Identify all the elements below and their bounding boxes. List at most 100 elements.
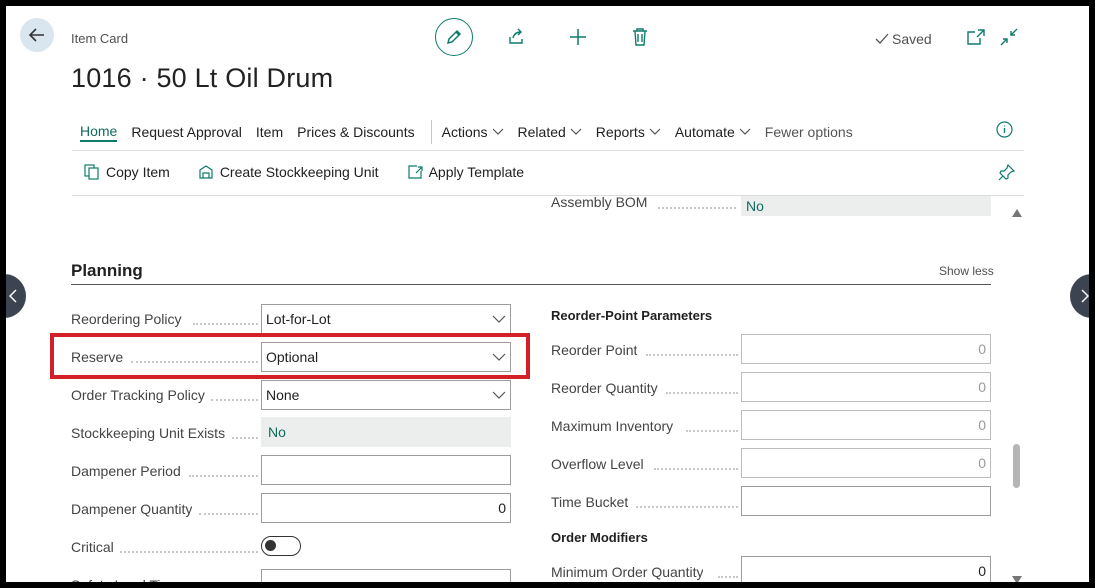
reorder-point-input[interactable]: 0 xyxy=(741,334,991,364)
edit-button[interactable] xyxy=(435,18,473,56)
dots-leader xyxy=(211,399,258,401)
apply-template-label: Apply Template xyxy=(428,164,525,180)
dampener-period-label: Dampener Period xyxy=(71,463,181,479)
nav-divider-line xyxy=(72,150,1024,151)
overflow-level-label: Overflow Level xyxy=(551,456,644,472)
reordering-policy-label: Reordering Policy xyxy=(71,311,182,327)
collapse-icon xyxy=(1000,28,1018,46)
chevron-down-icon xyxy=(492,315,506,323)
check-icon xyxy=(875,33,889,44)
safety-lead-time-label: Safety Lead Time xyxy=(71,577,180,588)
plus-icon xyxy=(570,29,586,45)
show-less-link[interactable]: Show less xyxy=(939,264,994,278)
previous-record-button[interactable] xyxy=(6,274,26,318)
dampener-quantity-label: Dampener Quantity xyxy=(71,501,193,517)
menu-related-label: Related xyxy=(517,124,566,140)
order-tracking-policy-value: None xyxy=(266,387,300,403)
chevron-left-icon xyxy=(9,289,17,303)
tab-item[interactable]: Item xyxy=(256,124,283,140)
dots-leader xyxy=(646,354,738,356)
scrollbar-thumb[interactable] xyxy=(1013,444,1020,488)
new-button[interactable] xyxy=(563,22,593,52)
apply-template-button[interactable]: Apply Template xyxy=(407,164,524,180)
reorder-quantity-label: Reorder Quantity xyxy=(551,380,658,396)
delete-button[interactable] xyxy=(625,22,655,52)
dots-leader xyxy=(232,437,258,439)
scroll-up-button[interactable] xyxy=(1012,204,1022,222)
pin-button[interactable] xyxy=(998,163,1016,186)
copy-item-label: Copy Item xyxy=(106,164,170,180)
back-button[interactable] xyxy=(20,18,54,52)
create-sku-label: Create Stockkeeping Unit xyxy=(219,164,379,180)
minimum-order-quantity-input[interactable]: 0 xyxy=(741,556,991,582)
saved-status: Saved xyxy=(875,31,932,47)
open-new-window-button[interactable] xyxy=(961,22,991,52)
tab-home[interactable]: Home xyxy=(80,123,118,142)
reorder-quantity-input[interactable]: 0 xyxy=(741,372,991,402)
template-icon xyxy=(407,165,423,179)
reorder-point-label: Reorder Point xyxy=(551,342,638,358)
overflow-level-input[interactable]: 0 xyxy=(741,448,991,478)
dots-leader xyxy=(718,576,738,578)
sku-icon xyxy=(199,165,213,179)
tab-prices-discounts[interactable]: Prices & Discounts xyxy=(297,124,414,140)
menu-actions[interactable]: Actions xyxy=(442,124,504,140)
maximum-inventory-label: Maximum Inventory xyxy=(551,418,674,434)
breadcrumb: Item Card xyxy=(71,31,129,46)
menu-reports-label: Reports xyxy=(595,124,645,140)
dots-leader xyxy=(120,551,258,553)
pencil-icon xyxy=(446,29,462,45)
collapse-button[interactable] xyxy=(994,22,1024,52)
nav-divider xyxy=(430,120,432,144)
menu-automate[interactable]: Automate xyxy=(675,124,751,140)
chevron-down-icon xyxy=(739,128,751,135)
menu-related[interactable]: Related xyxy=(518,124,582,140)
info-button[interactable] xyxy=(996,121,1013,143)
copy-icon xyxy=(84,164,99,180)
reorder-point-params-title: Reorder-Point Parameters xyxy=(551,308,713,323)
dots-leader xyxy=(666,392,738,394)
open-window-icon xyxy=(967,29,985,45)
dots-leader xyxy=(189,475,258,477)
sku-exists-field: No xyxy=(261,417,511,447)
chevron-down-icon xyxy=(492,128,503,135)
menu-automate-label: Automate xyxy=(674,124,735,140)
chevron-right-icon xyxy=(1081,289,1089,303)
promoted-actions: Copy Item Create Stockkeeping Unit Apply… xyxy=(84,164,552,180)
triangle-down-icon xyxy=(1012,576,1022,582)
fewer-options-link[interactable]: Fewer options xyxy=(765,124,853,140)
sku-exists-label: Stockkeeping Unit Exists xyxy=(71,425,226,441)
time-bucket-input[interactable] xyxy=(741,486,991,516)
copy-item-button[interactable]: Copy Item xyxy=(84,164,170,180)
reordering-policy-select[interactable]: Lot-for-Lot xyxy=(261,304,511,334)
reordering-policy-value: Lot-for-Lot xyxy=(266,311,331,327)
maximum-inventory-input[interactable]: 0 xyxy=(741,410,991,440)
info-icon xyxy=(996,121,1013,138)
share-button[interactable] xyxy=(501,22,531,52)
scroll-down-button[interactable] xyxy=(1012,571,1022,582)
order-tracking-policy-label: Order Tracking Policy xyxy=(71,387,205,403)
critical-toggle[interactable] xyxy=(261,536,301,556)
menu-actions-label: Actions xyxy=(441,124,488,140)
dampener-period-input[interactable] xyxy=(261,455,511,485)
assembly-bom-field: No xyxy=(741,196,991,216)
dots-leader xyxy=(636,506,738,508)
next-record-button[interactable] xyxy=(1070,274,1089,318)
section-divider xyxy=(71,284,991,285)
order-tracking-policy-select[interactable]: None xyxy=(261,380,511,410)
create-sku-button[interactable]: Create Stockkeeping Unit xyxy=(198,164,379,180)
trash-icon xyxy=(633,28,647,46)
page-title: 1016 · 50 Lt Oil Drum xyxy=(71,63,334,93)
safety-lead-time-input[interactable] xyxy=(261,569,511,582)
tab-request-approval[interactable]: Request Approval xyxy=(131,124,242,140)
dots-leader xyxy=(193,323,258,325)
menu-reports[interactable]: Reports xyxy=(596,124,661,140)
assembly-bom-label: Assembly BOM xyxy=(551,194,648,210)
arrow-left-icon xyxy=(28,28,44,42)
dots-leader xyxy=(686,430,738,432)
minimum-order-quantity-label: Minimum Order Quantity xyxy=(551,564,704,580)
chevron-down-icon xyxy=(492,391,506,399)
saved-label: Saved xyxy=(892,31,932,47)
dampener-quantity-input[interactable]: 0 xyxy=(261,493,511,523)
dots-leader xyxy=(658,207,736,209)
